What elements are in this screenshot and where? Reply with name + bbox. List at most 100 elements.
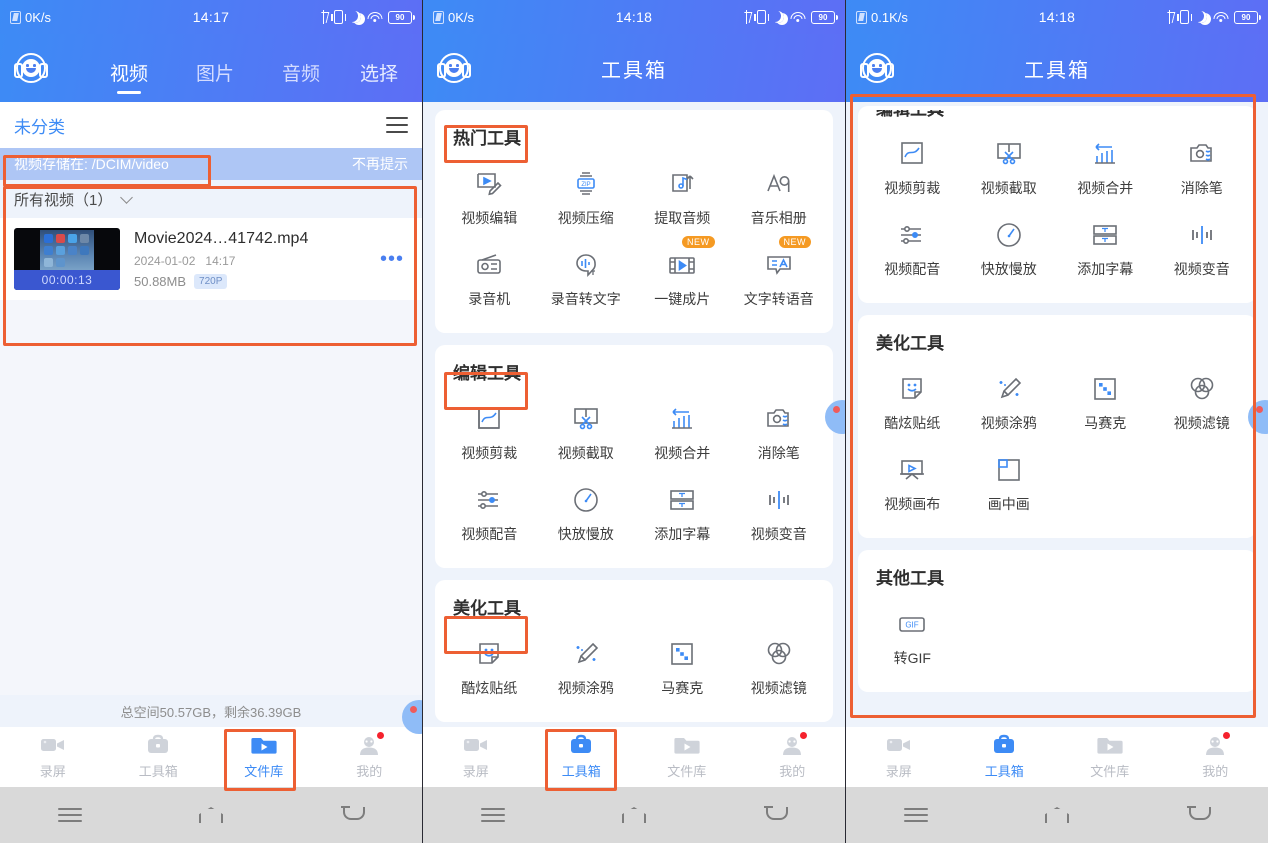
tool-doodle-brush[interactable]: 视频涂鸦 [538,629,635,706]
tool-video-cut[interactable]: 视频截取 [961,129,1058,206]
tool-to-gif[interactable]: GIF 转GIF [864,599,961,676]
tool-label: 快放慢放 [980,261,1037,277]
more-dots-icon[interactable]: ••• [380,248,408,271]
chevron-down-icon[interactable] [120,190,134,204]
system-back-button[interactable] [1127,806,1268,823]
screenshot-triptych: 0K/s 14:17 90 视频 图片 音频 选择 未分类 视频存储在: /DC… [0,0,1268,843]
app-logo-icon[interactable] [437,53,471,83]
tool-label: 视频编辑 [461,210,518,226]
select-button[interactable]: 选择 [344,59,414,94]
tool-video-crop[interactable]: 视频剪裁 [864,129,961,206]
tool-video-compress[interactable]: ZIP 视频压缩 [538,159,635,236]
system-home-button[interactable] [987,807,1128,823]
nav-item-toolbox[interactable]: 工具箱 [952,734,1058,780]
tab-audio[interactable]: 音频 [258,59,344,94]
nav-label-toolbox: 工具箱 [138,764,178,779]
tool-video-dub[interactable]: 视频配音 [864,210,961,287]
tool-subtitle[interactable]: 添加字幕 [1057,210,1154,287]
nav-item-profile[interactable]: 我的 [317,732,423,780]
nav-item-record[interactable]: 录屏 [0,734,106,780]
notification-dot [377,732,385,739]
tool-music-album[interactable]: 音乐相册 [731,159,828,236]
dismiss-notice-button[interactable]: 不再提示 [352,154,408,174]
tool-mosaic[interactable]: 马赛克 [634,629,731,706]
screen-file-library: 0K/s 14:17 90 视频 图片 音频 选择 未分类 视频存储在: /DC… [0,0,423,843]
tool-video-cut[interactable]: 视频截取 [538,394,635,471]
tab-image[interactable]: 图片 [172,59,258,94]
nav-item-record[interactable]: 录屏 [423,734,529,780]
tool-label: 酷炫贴纸 [461,680,518,696]
tool-eraser-pen[interactable]: 消除笔 [731,394,828,471]
home-icon [1045,807,1069,823]
nav-item-profile[interactable]: 我的 [1163,732,1268,780]
toolbox-scroll-area[interactable]: 编辑工具 视频剪裁 [846,102,1268,727]
tool-label: 消除笔 [757,445,800,461]
nav-item-file-library[interactable]: 文件库 [211,734,317,780]
nav-item-toolbox[interactable]: 工具箱 [529,734,635,780]
subtitle-icon [667,485,697,515]
app-header: 工具箱 [846,34,1268,102]
toolbox-scroll-area[interactable]: 热门工具 视频编辑 ZIP 视频压缩 提取音频 音乐相册 录音机 录音转文字 N… [423,102,845,727]
app-logo-icon[interactable] [14,53,48,83]
nav-item-profile[interactable]: 我的 [740,732,846,780]
nav-item-file-library[interactable]: 文件库 [1057,734,1163,780]
tool-video-merge[interactable]: 视频合并 [1057,129,1154,206]
nav-item-toolbox[interactable]: 工具箱 [106,734,212,780]
do-not-disturb-icon [772,11,784,23]
tool-recorder[interactable]: 录音机 [441,240,538,317]
video-group-header[interactable]: 所有视频（1） [0,180,422,218]
video-cut-icon [994,139,1024,169]
tool-video-merge[interactable]: 视频合并 [634,394,731,471]
system-home-button[interactable] [141,807,282,823]
tool-label: 视频压缩 [557,210,614,226]
toolbox-icon [145,734,171,756]
system-back-button[interactable] [704,806,845,823]
system-menu-button[interactable] [846,808,987,822]
video-meta: Movie2024…41742.mp4 2024-01-02 14:17 50.… [134,230,366,289]
vibrate-icon [331,10,346,24]
tool-text-to-speech[interactable]: NEW 文字转语音 [731,236,828,317]
bottom-nav: 录屏 工具箱 文件库 我的 [846,727,1268,787]
tool-voice-change[interactable]: 视频变音 [1154,210,1251,287]
hamburger-icon[interactable] [386,117,408,133]
tool-video-crop[interactable]: 视频剪裁 [441,394,538,471]
video-datetime: 2024-01-02 14:17 [134,254,366,268]
sim-card-icon [433,10,444,24]
tool-speed[interactable]: 快放慢放 [961,210,1058,287]
svg-text:ZIP: ZIP [581,182,590,188]
tool-label: 一键成片 [654,291,711,307]
tab-video[interactable]: 视频 [86,59,172,94]
camcorder-icon [463,734,489,756]
nav-item-record[interactable]: 录屏 [846,734,952,780]
tool-filter[interactable]: 视频滤镜 [1154,364,1251,441]
tool-sticker[interactable]: 酷炫贴纸 [441,629,538,706]
system-home-button[interactable] [564,807,705,823]
tool-speech-to-text[interactable]: 录音转文字 [538,240,635,317]
app-logo-icon[interactable] [860,53,894,83]
tool-eraser-pen[interactable]: 消除笔 [1154,129,1251,206]
tool-video-canvas[interactable]: 视频画布 [864,445,961,522]
video-list-item[interactable]: 00:00:13 Movie2024…41742.mp4 2024-01-02 … [0,218,422,300]
tool-filter[interactable]: 视频滤镜 [731,629,828,706]
bluetooth-icon [1165,10,1174,24]
tool-mosaic[interactable]: 马赛克 [1057,364,1154,441]
tool-video-dub[interactable]: 视频配音 [441,475,538,552]
tool-sticker[interactable]: 酷炫贴纸 [864,364,961,441]
tool-voice-change[interactable]: 视频变音 [731,475,828,552]
tool-one-click-film[interactable]: NEW 一键成片 [634,236,731,317]
nav-item-file-library[interactable]: 文件库 [634,734,740,780]
tool-subtitle[interactable]: 添加字幕 [634,475,731,552]
system-menu-button[interactable] [0,808,141,822]
tool-extract-audio[interactable]: 提取音频 [634,159,731,236]
tool-video-edit[interactable]: 视频编辑 [441,159,538,236]
eraser-pen-icon [764,404,794,434]
tool-label: 视频配音 [884,261,941,277]
system-back-button[interactable] [281,806,422,823]
tool-doodle-brush[interactable]: 视频涂鸦 [961,364,1058,441]
menu-icon [904,808,929,822]
category-name[interactable]: 未分类 [14,113,65,138]
system-menu-button[interactable] [423,808,564,822]
tool-speed[interactable]: 快放慢放 [538,475,635,552]
status-icons: 90 [742,10,838,24]
tool-picture-in-picture[interactable]: 画中画 [961,445,1058,522]
